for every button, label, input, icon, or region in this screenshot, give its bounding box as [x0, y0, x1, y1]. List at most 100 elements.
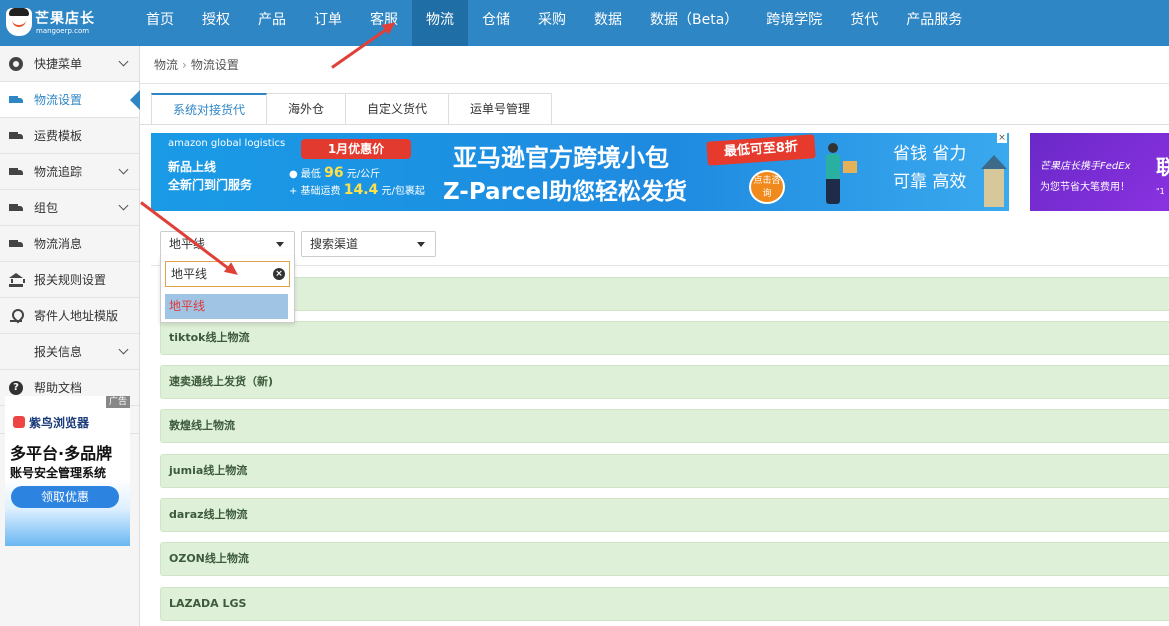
list-item[interactable]: jumia线上物流	[160, 454, 1169, 488]
banner2-line1: 芒果店长携手FedEx	[1040, 161, 1131, 172]
truck-icon	[9, 129, 23, 143]
truck-icon	[9, 93, 23, 107]
sidebar-item-customs-info[interactable]: 报关信息	[0, 334, 139, 370]
nav-purchase[interactable]: 采购	[524, 0, 580, 46]
sidebar-item-customs-rules[interactable]: 报关规则设置	[0, 262, 139, 298]
ad-line2: 账号安全管理系统	[10, 466, 107, 480]
nav-products[interactable]: 产品	[244, 0, 300, 46]
house-illustration	[981, 155, 1007, 207]
tab-overseas-warehouse[interactable]: 海外仓	[267, 93, 347, 125]
list-item[interactable]: daraz线上物流	[160, 498, 1169, 532]
banner2-line2: 为您节省大笔费用！	[1040, 182, 1130, 193]
sidebar-item-label: 运费模板	[34, 129, 83, 143]
help-icon: ?	[9, 380, 23, 395]
package-illustration	[843, 161, 857, 173]
sidebar-item-sender-address[interactable]: 寄件人地址模版	[0, 298, 139, 334]
dropdown-option[interactable]: 地平线	[165, 294, 288, 319]
tab-system-forwarders[interactable]: 系统对接货代	[151, 93, 268, 125]
caret-down-icon	[417, 242, 425, 247]
banner-slogan1: 省钱 省力	[893, 144, 967, 164]
sidebar-item-label: 寄件人地址模版	[34, 309, 119, 323]
banner2-big-text: 联	[1156, 155, 1169, 179]
sidebar-item-label: 物流设置	[34, 93, 83, 107]
breadcrumb: 物流 › 物流设置	[154, 56, 239, 73]
sidebar-item-label: 物流追踪	[34, 165, 83, 179]
nav-orders[interactable]: 订单	[300, 0, 356, 46]
logo[interactable]: 芒果店长 mangoerp.com	[6, 6, 126, 40]
nav-warehouse[interactable]: 仓储	[468, 0, 524, 46]
blank-icon	[9, 345, 23, 359]
truck-icon	[9, 201, 23, 215]
sidebar-item-label: 快捷菜单	[34, 57, 83, 71]
list-item[interactable]: tiktok线上物流	[160, 321, 1169, 355]
divider	[151, 265, 1169, 266]
map-pin-icon	[9, 309, 23, 323]
channel-select[interactable]: 搜索渠道	[301, 231, 436, 257]
channel-select-value: 搜索渠道	[310, 237, 359, 251]
sidebar-item-label: 帮助文档	[34, 381, 83, 395]
courier-illustration	[823, 143, 843, 205]
bank-icon	[9, 272, 25, 287]
top-navbar: 芒果店长 mangoerp.com 首页 授权 产品 订单 客服 物流 仓储 采…	[0, 0, 1169, 46]
banner-consult-button[interactable]: 点击咨询	[749, 170, 785, 204]
banner-new-line2: 全新门到门服务	[168, 178, 253, 192]
close-icon[interactable]: ×	[997, 133, 1007, 143]
fedex-promo-banner[interactable]: 芒果店长携手FedEx 为您节省大笔费用！ 联 "1	[1030, 133, 1169, 211]
truck-icon	[9, 237, 23, 251]
nav-product-services[interactable]: 产品服务	[892, 0, 976, 46]
list-item[interactable]: OZON线上物流	[160, 542, 1169, 576]
tab-tracking-number-mgmt[interactable]: 运单号管理	[449, 93, 553, 125]
banner-slogan2: 可靠 高效	[893, 172, 967, 192]
breadcrumb-separator: ›	[182, 58, 187, 72]
divider	[140, 83, 1169, 84]
gear-icon	[9, 56, 23, 71]
nav-data-beta[interactable]: 数据（Beta）	[636, 0, 752, 46]
banner-amazon-brand: amazon global logistics	[168, 138, 286, 149]
sidebar-item-quick-menu[interactable]: 快捷菜单	[0, 46, 139, 82]
list-item[interactable]: LAZADA LGS	[160, 587, 1169, 621]
sidebar-item-label: 报关规则设置	[34, 273, 107, 287]
caret-down-icon	[276, 242, 284, 247]
sidebar-item-tracking[interactable]: 物流追踪	[0, 154, 139, 190]
nav-logistics[interactable]: 物流	[412, 0, 468, 46]
ad-cta-button[interactable]: 领取优惠	[11, 486, 119, 508]
nav-data[interactable]: 数据	[580, 0, 636, 46]
tab-custom-forwarder[interactable]: 自定义货代	[346, 93, 450, 125]
chevron-down-icon	[118, 56, 129, 67]
ad-brand: 紫鸟浏览器	[13, 414, 89, 431]
tab-bar: 系统对接货代 海外仓 自定义货代 运单号管理	[151, 93, 553, 125]
clear-icon[interactable]: ×	[273, 268, 285, 280]
chevron-down-icon	[118, 344, 129, 355]
nav-auth[interactable]: 授权	[188, 0, 244, 46]
sidebar-item-logistics-settings[interactable]: 物流设置	[0, 82, 140, 118]
logo-name: 芒果店长	[35, 11, 95, 27]
banner-promo-badge: 1月优惠价	[301, 139, 411, 159]
list-item[interactable]: 敦煌线上物流	[160, 409, 1169, 443]
banner-headline1: 亚马逊官方跨境小包	[453, 144, 669, 172]
banner2-small-text: "1	[1156, 187, 1165, 196]
sidebar-item-shipping-template[interactable]: 运费模板	[0, 118, 139, 154]
carrier-select[interactable]: 地平线	[160, 231, 295, 257]
logo-url: mangoerp.com	[36, 27, 90, 35]
sidebar-item-label: 报关信息	[34, 345, 83, 359]
amazon-promo-banner[interactable]: × amazon global logistics 新品上线 全新门到门服务 1…	[151, 133, 1009, 211]
main-nav: 首页 授权 产品 订单 客服 物流 仓储 采购 数据 数据（Beta） 跨境学院…	[132, 0, 976, 46]
nav-forwarder[interactable]: 货代	[836, 0, 892, 46]
banner-price1: ● 最低 96 元/公斤	[289, 165, 381, 181]
tab-divider	[140, 124, 1169, 125]
sidebar-item-label: 物流消息	[34, 237, 83, 251]
breadcrumb-current: 物流设置	[190, 58, 239, 72]
sidebar-ad[interactable]: 广告 紫鸟浏览器 多平台·多品牌 账号安全管理系统 领取优惠	[5, 396, 130, 546]
nav-academy[interactable]: 跨境学院	[752, 0, 836, 46]
chevron-down-icon	[118, 200, 129, 211]
nav-home[interactable]: 首页	[132, 0, 188, 46]
mango-mascot-icon	[6, 8, 32, 36]
list-item[interactable]	[160, 277, 1169, 311]
breadcrumb-root[interactable]: 物流	[154, 58, 178, 72]
active-indicator	[130, 90, 140, 110]
sidebar-item-packing[interactable]: 组包	[0, 190, 139, 226]
banner-new-line1: 新品上线	[168, 160, 217, 174]
dropdown-search-value: 地平线	[171, 267, 208, 281]
sidebar-item-logistics-messages[interactable]: 物流消息	[0, 226, 139, 262]
list-item[interactable]: 速卖通线上发货（新)	[160, 365, 1169, 399]
